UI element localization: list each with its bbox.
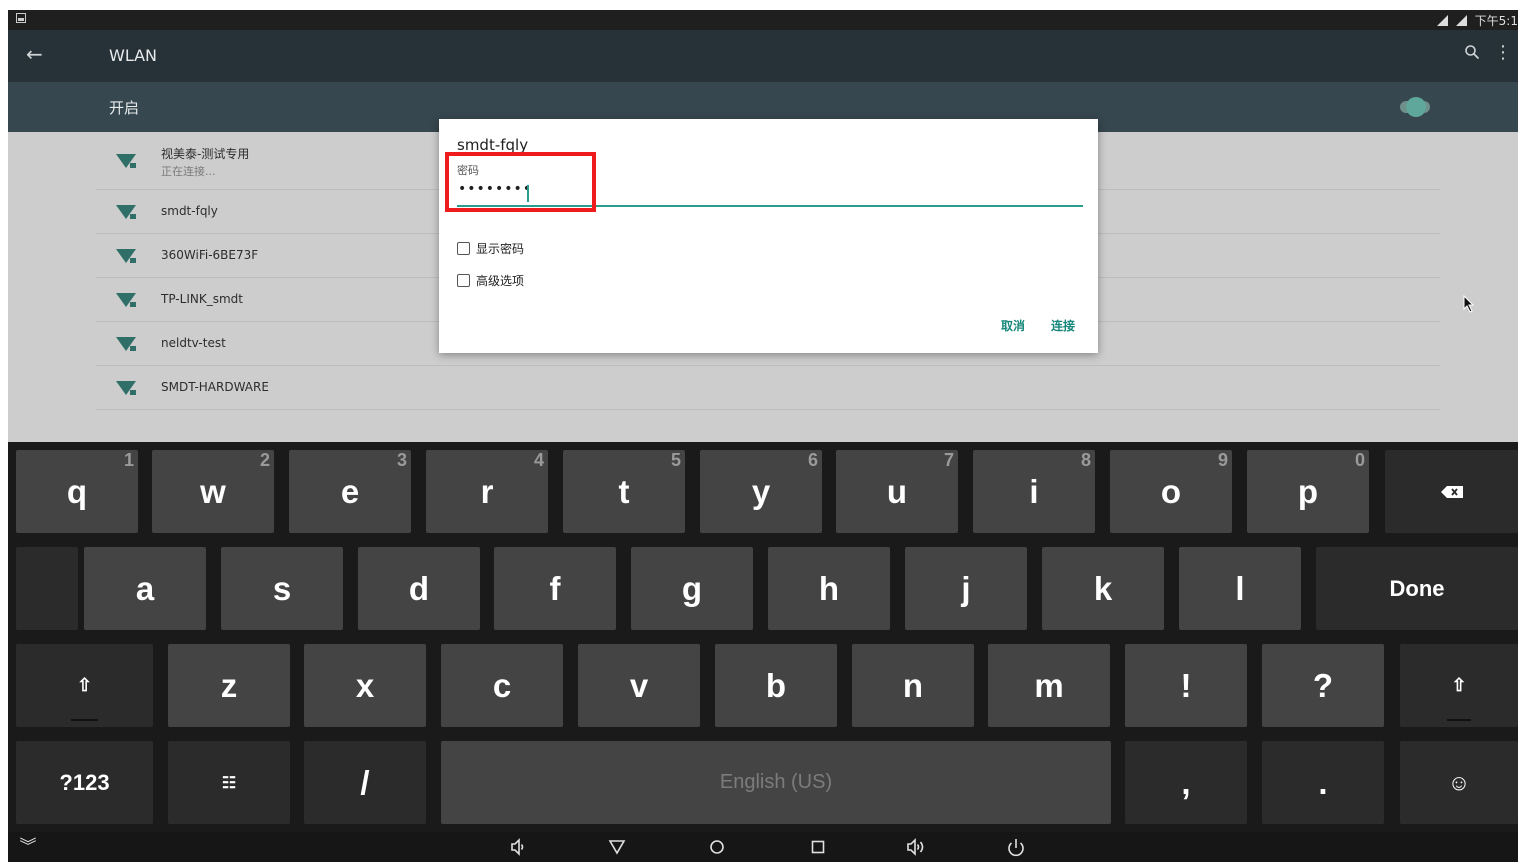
checkbox-icon[interactable] (457, 274, 470, 287)
network-name: 视美泰-测试专用 (161, 147, 250, 161)
mouse-pointer-icon (1463, 295, 1475, 313)
search-icon[interactable] (1464, 44, 1480, 60)
key-e[interactable]: e3 (289, 450, 411, 533)
connect-button[interactable]: 连接 (1051, 317, 1075, 334)
navigation-bar: ︾ (8, 832, 1518, 862)
screenshot-icon (16, 13, 26, 23)
home-icon[interactable] (705, 837, 729, 857)
key-g[interactable]: g (631, 547, 753, 630)
keyboard-settings-key[interactable]: ☷ (168, 741, 290, 824)
status-bar: 下午5:1 (8, 10, 1518, 30)
key-comma[interactable]: , (1125, 741, 1247, 824)
key-t[interactable]: t5 (563, 450, 685, 533)
network-name: 360WiFi-6BE73F (161, 248, 259, 262)
wifi-password-dialog: smdt-fqly 密码 •••••••• 显示密码 高级选项 取消 连接 (439, 119, 1098, 353)
hide-keyboard-icon[interactable]: ︾ (16, 837, 40, 857)
settings-icon: ☷ (221, 774, 237, 792)
key-l[interactable]: l (1179, 547, 1301, 630)
key-v[interactable]: v (578, 644, 700, 727)
network-item[interactable]: SMDT-HARDWARE (96, 366, 1440, 410)
soft-keyboard: q1 w2 e3 r4 t5 y6 u7 i8 o9 p0 a s d f g … (8, 442, 1518, 832)
shift-icon: ⇧ (76, 675, 93, 695)
action-bar: ← WLAN ⋮ (8, 30, 1518, 82)
network-name: TP-LINK_smdt (161, 292, 243, 306)
back-icon[interactable] (605, 837, 629, 857)
key-k[interactable]: k (1042, 547, 1164, 630)
key-y[interactable]: y6 (700, 450, 822, 533)
more-options-icon[interactable]: ⋮ (1494, 42, 1512, 63)
key-f[interactable]: f (494, 547, 616, 630)
key-i[interactable]: i8 (973, 450, 1095, 533)
network-name: smdt-fqly (161, 204, 218, 218)
back-arrow-icon[interactable]: ← (26, 42, 43, 66)
key-period[interactable]: . (1262, 741, 1384, 824)
highlight-box (445, 152, 596, 212)
key-x[interactable]: x (304, 644, 426, 727)
key-exclamation[interactable]: ! (1125, 644, 1247, 727)
key-z[interactable]: z (168, 644, 290, 727)
recents-icon[interactable] (806, 837, 830, 857)
space-key-label: English (US) (719, 771, 833, 793)
lock-icon (130, 214, 136, 219)
network-name: neldtv-test (161, 336, 226, 350)
shift-key-right[interactable]: ⇧ (1400, 644, 1518, 727)
lock-icon (130, 258, 136, 263)
volume-up-icon[interactable] (905, 837, 929, 857)
advanced-options-label: 高级选项 (476, 274, 525, 288)
key-o[interactable]: o9 (1110, 450, 1232, 533)
key-w[interactable]: w2 (152, 450, 274, 533)
cancel-button[interactable]: 取消 (1001, 317, 1025, 334)
power-icon[interactable] (1004, 837, 1028, 859)
lock-icon (130, 390, 136, 395)
emoji-key[interactable]: ☺ (1400, 741, 1518, 824)
backspace-icon (1440, 485, 1463, 498)
device-screen: 下午5:1 ← WLAN ⋮ 开启 视美泰-测试专用 正在连接... smdt-… (8, 10, 1518, 862)
symbols-key[interactable]: ?123 (16, 741, 153, 824)
space-key[interactable]: English (US) (441, 741, 1111, 824)
network-name: SMDT-HARDWARE (161, 380, 269, 394)
checkbox-icon[interactable] (457, 242, 470, 255)
key-slash[interactable]: / (304, 741, 426, 824)
key-d[interactable]: d (358, 547, 480, 630)
key-s[interactable]: s (221, 547, 343, 630)
advanced-options-checkbox[interactable]: 高级选项 (457, 272, 524, 289)
lock-icon (130, 346, 136, 351)
status-time: 下午5:1 (1474, 14, 1518, 28)
volume-down-icon[interactable] (506, 837, 530, 857)
key-q[interactable]: q1 (16, 450, 138, 533)
page-title: WLAN (109, 46, 158, 65)
key-question[interactable]: ? (1262, 644, 1384, 727)
lock-icon (130, 302, 136, 307)
key-h[interactable]: h (768, 547, 890, 630)
emoji-icon: ☺ (1447, 769, 1471, 795)
key-p[interactable]: p0 (1247, 450, 1369, 533)
key-b[interactable]: b (715, 644, 837, 727)
cell-signal-icon (1455, 15, 1467, 26)
wlan-switch-label: 开启 (109, 99, 140, 117)
key-j[interactable]: j (905, 547, 1027, 630)
signal-icon (1436, 15, 1448, 26)
lock-icon (130, 163, 136, 168)
done-key[interactable]: Done (1316, 547, 1518, 630)
network-status: 正在连接... (161, 165, 216, 178)
key-u[interactable]: u7 (836, 450, 958, 533)
keyboard-spacer (16, 547, 78, 630)
shift-icon: ⇧ (1451, 675, 1467, 695)
key-r[interactable]: r4 (426, 450, 548, 533)
key-m[interactable]: m (988, 644, 1110, 727)
key-c[interactable]: c (441, 644, 563, 727)
shift-key-left[interactable]: ⇧ (16, 644, 153, 727)
key-n[interactable]: n (852, 644, 974, 727)
show-password-checkbox[interactable]: 显示密码 (457, 240, 524, 257)
key-a[interactable]: a (84, 547, 206, 630)
backspace-key[interactable] (1385, 450, 1518, 533)
show-password-label: 显示密码 (476, 242, 525, 256)
wlan-toggle-thumb[interactable] (1406, 97, 1426, 117)
